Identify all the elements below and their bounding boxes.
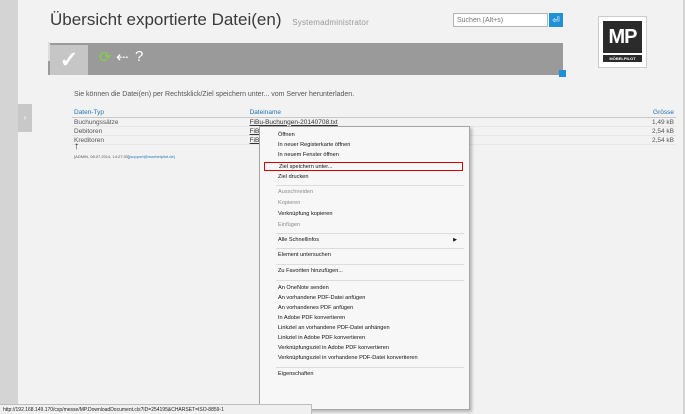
footer-info: [ADMIN, 08.07.2014, 14:27:33][support@mo… (74, 154, 175, 159)
status-bar: http://192.168.149.170/csp/messe/MP.Down… (0, 404, 312, 414)
menu-item-save-target-as[interactable]: Ziel speichern unter... (264, 162, 463, 171)
logo-mark: MP (603, 21, 642, 53)
menu-separator (276, 233, 464, 234)
search-button[interactable]: ⏎ (549, 13, 563, 27)
menu-separator (276, 280, 464, 281)
user-role: Systemadministrator (292, 18, 369, 27)
sidebar-toggle[interactable]: › (18, 104, 32, 132)
support-email-link[interactable]: [support@moebelpilot.de] (129, 154, 175, 159)
table-header-row: Daten-Typ Dateiname Grösse (72, 108, 676, 118)
page-title: Übersicht exportierte Datei(en) Systemad… (50, 10, 369, 30)
menu-item-label: Alle Schnellinfos (278, 237, 320, 243)
instruction-text: Sie können die Datei(en) per Rechtsklick… (74, 91, 355, 98)
help-icon[interactable]: ? (135, 48, 143, 65)
column-header-filename: Dateiname (247, 108, 582, 118)
column-header-type: Daten-Typ (72, 108, 248, 118)
search-icon: ⏎ (552, 15, 560, 25)
company-logo: MP MÖBELPILOT (598, 16, 647, 68)
chevron-right-icon: › (23, 113, 27, 122)
up-arrow-icon[interactable]: ↑ (74, 141, 79, 152)
menu-item-all-quickinfos[interactable]: Alle Schnellinfos ▶ (264, 236, 463, 245)
submenu-arrow-icon: ▶ (453, 237, 457, 243)
menu-item-link-append-pdf[interactable]: Linkziel an vorhandene PDF-Datei anhänge… (264, 324, 463, 333)
menu-separator (276, 367, 464, 368)
footer-timestamp: [ADMIN, 08.07.2014, 14:27:33] (74, 154, 130, 159)
cell-type: Buchungssätze (72, 117, 248, 127)
menu-item-shortcut-convert-existing-pdf[interactable]: Verknüpfungsziel in vorhandene PDF-Datei… (264, 354, 463, 363)
menu-item-print-target[interactable]: Ziel drucken (264, 173, 463, 182)
cell-size: 2,54 kB (581, 135, 676, 145)
cell-type: Debitoren (72, 126, 248, 136)
menu-item-cut[interactable]: Ausschneiden (264, 188, 463, 197)
menu-separator (276, 264, 464, 265)
column-header-size: Grösse (581, 108, 676, 118)
cell-size: 1,49 kB (581, 117, 676, 127)
menu-item-append-pdf-file[interactable]: An vorhandene PDF-Datei anfügen (264, 294, 463, 303)
menu-item-open[interactable]: Öffnen (264, 131, 463, 140)
menu-item-inspect-element[interactable]: Element untersuchen (264, 251, 463, 260)
menu-separator (276, 185, 464, 186)
menu-item-shortcut-convert-pdf[interactable]: Verknüpfungsziel in Adobe PDF konvertier… (264, 344, 463, 353)
menu-item-convert-adobe-pdf[interactable]: In Adobe PDF konvertieren (264, 314, 463, 323)
back-icon[interactable]: ⇠ (116, 48, 129, 66)
menu-item-copy-shortcut[interactable]: Verknüpfung kopieren (264, 210, 463, 219)
confirm-button[interactable]: ✓ (50, 45, 88, 75)
menu-item-copy[interactable]: Kopieren (264, 199, 463, 208)
cell-type: Kreditoren (72, 135, 248, 145)
toolbar: ✓ ⟳ ⇠ ? (48, 42, 566, 77)
menu-separator (276, 248, 464, 249)
logo-tagline: MÖBELPILOT (603, 55, 642, 62)
menu-item-open-new-tab[interactable]: In neuer Registerkarte öffnen (264, 141, 463, 150)
search-input[interactable] (453, 13, 548, 27)
menu-item-paste[interactable]: Einfügen (264, 221, 463, 230)
document-badge (559, 70, 566, 77)
menu-item-add-favorites[interactable]: Zu Favoriten hinzufügen... (264, 267, 463, 276)
menu-item-append-pdf[interactable]: An vorhandenes PDF anfügen (264, 304, 463, 313)
context-menu: Öffnen In neuer Registerkarte öffnen In … (259, 126, 470, 410)
menu-item-link-convert-pdf[interactable]: Linkziel in Adobe PDF konvertieren (264, 334, 463, 343)
menu-item-open-new-window[interactable]: In neuem Fenster öffnen (264, 151, 463, 160)
page-title-text: Übersicht exportierte Datei(en) (50, 10, 282, 29)
menu-item-properties[interactable]: Eigenschaften (264, 370, 463, 379)
check-icon: ✓ (59, 47, 79, 72)
refresh-icon[interactable]: ⟳ (99, 48, 112, 66)
cell-size: 2,54 kB (581, 126, 676, 136)
menu-item-send-onenote[interactable]: An OneNote senden (264, 284, 463, 293)
